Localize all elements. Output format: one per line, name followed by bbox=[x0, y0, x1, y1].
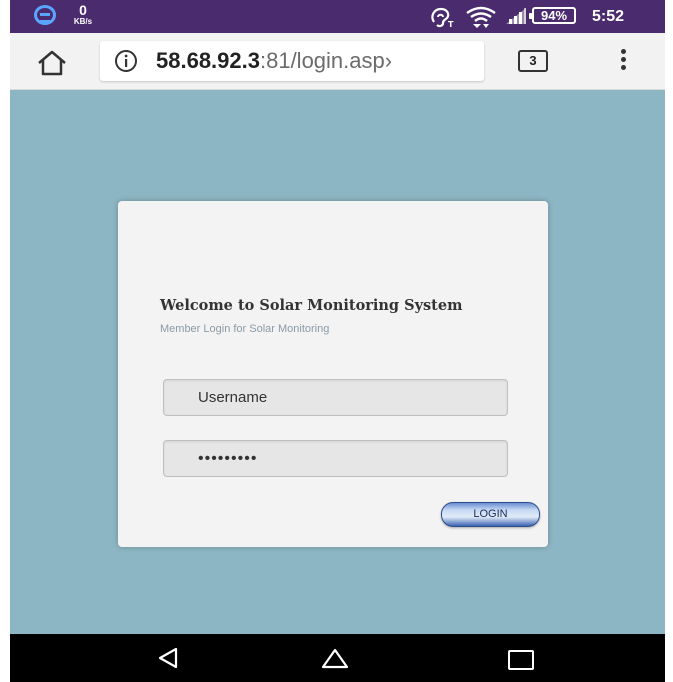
clock: 5:52 bbox=[592, 8, 625, 25]
status-bar: 0 KB/s T 94% 5:52 bbox=[10, 0, 665, 33]
browser-toolbar: 58.68.92.3:81/login.asp› 3 bbox=[10, 33, 665, 90]
login-title: Welcome to Solar Monitoring System bbox=[160, 297, 463, 314]
phone-screen: 0 KB/s T 94% 5:52 58.68.92.3:81/login.as… bbox=[10, 0, 665, 682]
wifi-icon bbox=[466, 6, 496, 28]
menu-dot bbox=[620, 57, 626, 62]
network-speed-unit: KB/s bbox=[73, 17, 93, 26]
login-button[interactable]: LOGIN bbox=[441, 502, 540, 527]
app-logo-icon bbox=[34, 5, 56, 25]
menu-dot bbox=[620, 65, 626, 70]
web-content: Welcome to Solar Monitoring System Membe… bbox=[10, 90, 665, 634]
url-host: 58.68.92.3 bbox=[156, 48, 260, 73]
back-icon[interactable] bbox=[156, 646, 180, 670]
home-icon[interactable] bbox=[320, 646, 350, 670]
network-speed-value: 0 bbox=[79, 2, 87, 18]
more-vert-icon[interactable] bbox=[615, 49, 631, 75]
tabs-button[interactable]: 3 bbox=[518, 50, 548, 72]
system-nav-bar bbox=[10, 634, 665, 682]
signal-icon bbox=[506, 8, 526, 24]
password-input[interactable]: ••••••••• bbox=[163, 440, 508, 477]
address-bar[interactable]: 58.68.92.3:81/login.asp› bbox=[100, 41, 484, 81]
recent-apps-icon[interactable] bbox=[508, 650, 534, 670]
battery-indicator: 94% bbox=[529, 7, 576, 24]
hearing-aid-icon: T bbox=[431, 7, 454, 28]
menu-dot bbox=[620, 49, 626, 54]
url-text[interactable]: 58.68.92.3:81/login.asp› bbox=[156, 48, 392, 74]
url-path: :81/login.asp› bbox=[259, 48, 393, 73]
login-card: Welcome to Solar Monitoring System Membe… bbox=[118, 201, 548, 547]
svg-text:T: T bbox=[448, 20, 454, 28]
login-subtitle: Member Login for Solar Monitoring bbox=[160, 323, 330, 335]
network-speed: 0 KB/s bbox=[70, 3, 96, 26]
info-icon[interactable] bbox=[114, 49, 138, 73]
home-icon[interactable] bbox=[36, 49, 68, 77]
username-input[interactable]: Username bbox=[163, 379, 508, 416]
